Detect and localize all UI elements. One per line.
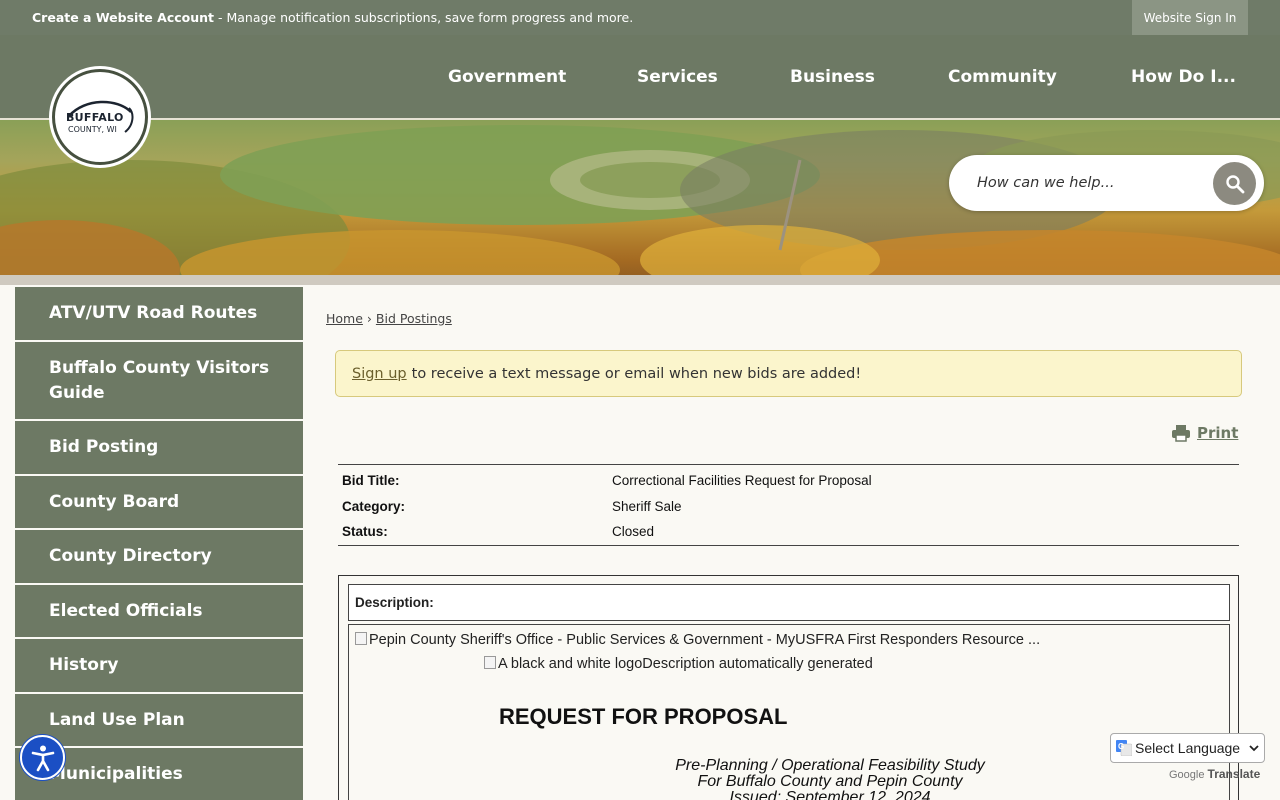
sheriff-office-image-alt: Pepin County Sheriff's Office - Public S… <box>369 632 1041 648</box>
print-label: Print <box>1197 424 1239 442</box>
sidebar-item-history[interactable]: History <box>15 639 303 692</box>
category-label: Category: <box>342 499 406 514</box>
breadcrumb-home[interactable]: Home <box>326 311 363 326</box>
create-account-link[interactable]: Create a Website Account <box>32 10 214 25</box>
county-logo-image: A black and white logoDescription automa… <box>484 656 873 672</box>
banner-bottom-band <box>0 275 1280 285</box>
website-sign-in-button[interactable]: Website Sign In <box>1132 0 1248 35</box>
bid-info-table: Bid Title: Correctional Facilities Reque… <box>338 464 1239 546</box>
breadcrumb: Home › Bid Postings <box>326 311 452 326</box>
rfp-heading: REQUEST FOR PROPOSAL <box>499 704 788 729</box>
svg-text:G: G <box>1118 742 1124 751</box>
sign-up-link[interactable]: Sign up <box>352 366 407 382</box>
accessibility-button[interactable] <box>20 735 65 780</box>
nav-community[interactable]: Community <box>948 35 1057 118</box>
bid-title-value: Correctional Facilities Request for Prop… <box>612 473 872 488</box>
description-label: Description: <box>348 584 1230 621</box>
search-icon <box>1225 174 1244 193</box>
nav-how-do-i[interactable]: How Do I... <box>1131 35 1236 118</box>
sidebar-item-bid-posting[interactable]: Bid Posting <box>15 421 303 474</box>
sidebar-item-land-use-plan[interactable]: Land Use Plan <box>15 694 303 746</box>
powered-by-google-translate[interactable]: Google Translate <box>1169 767 1260 781</box>
county-logo-image-alt: A black and white logoDescription automa… <box>498 656 873 672</box>
nav-government[interactable]: Government <box>448 35 566 118</box>
sidebar-item-visitors-guide[interactable]: Buffalo County Visitors Guide <box>15 342 303 419</box>
description-container: Description: Pepin County Sheriff's Offi… <box>338 575 1239 800</box>
status-label: Status: <box>342 524 388 539</box>
broken-image-icon <box>355 632 367 645</box>
chevron-down-icon <box>1249 745 1259 752</box>
category-value: Sheriff Sale <box>612 499 682 514</box>
sheriff-office-image: Pepin County Sheriff's Office - Public S… <box>355 632 1040 648</box>
rfp-issued-date: Issued: September 12, 2024 <box>729 789 931 800</box>
broken-image-icon <box>484 656 496 669</box>
powered-by-google: Google <box>1169 769 1205 781</box>
notification-signup-alert: Sign up to receive a text message or ema… <box>335 350 1242 397</box>
language-select[interactable]: G Select Language <box>1110 733 1265 763</box>
alert-text: to receive a text message or email when … <box>411 365 862 382</box>
nav-services[interactable]: Services <box>637 35 718 118</box>
breadcrumb-bid-postings[interactable]: Bid Postings <box>376 311 452 326</box>
description-body: Pepin County Sheriff's Office - Public S… <box>348 624 1230 800</box>
accessibility-icon <box>31 745 54 771</box>
print-button[interactable]: Print <box>1171 424 1238 442</box>
top-bar: Create a Website Account - Manage notifi… <box>0 0 1280 35</box>
status-value: Closed <box>612 524 655 539</box>
nav-business[interactable]: Business <box>790 35 875 118</box>
site-search <box>949 155 1264 211</box>
translate-label: Translate <box>1207 767 1261 781</box>
printer-icon <box>1172 425 1190 442</box>
search-input[interactable] <box>977 171 1197 195</box>
create-account-message[interactable]: Create a Website Account - Manage notifi… <box>32 10 633 25</box>
logo-text-county: COUNTY, WI <box>68 125 117 134</box>
language-select-value: Select Language <box>1135 740 1241 756</box>
main-header: Government Services Business Community H… <box>0 35 1280 120</box>
google-translate-icon: G <box>1116 740 1132 756</box>
sidebar-item-county-directory[interactable]: County Directory <box>15 530 303 583</box>
search-button[interactable] <box>1213 162 1256 205</box>
bid-title-label: Bid Title: <box>342 473 400 488</box>
county-logo[interactable]: BUFFALO COUNTY, WI <box>52 69 148 165</box>
sidebar-item-county-board[interactable]: County Board <box>15 476 303 528</box>
sidebar-item-elected-officials[interactable]: Elected Officials <box>15 585 303 637</box>
breadcrumb-separator: › <box>366 311 372 326</box>
create-account-text: - Manage notification subscriptions, sav… <box>214 10 634 25</box>
logo-text-buffalo: BUFFALO <box>66 111 124 124</box>
sidebar-item-atv-utv-road-routes[interactable]: ATV/UTV Road Routes <box>15 287 303 340</box>
